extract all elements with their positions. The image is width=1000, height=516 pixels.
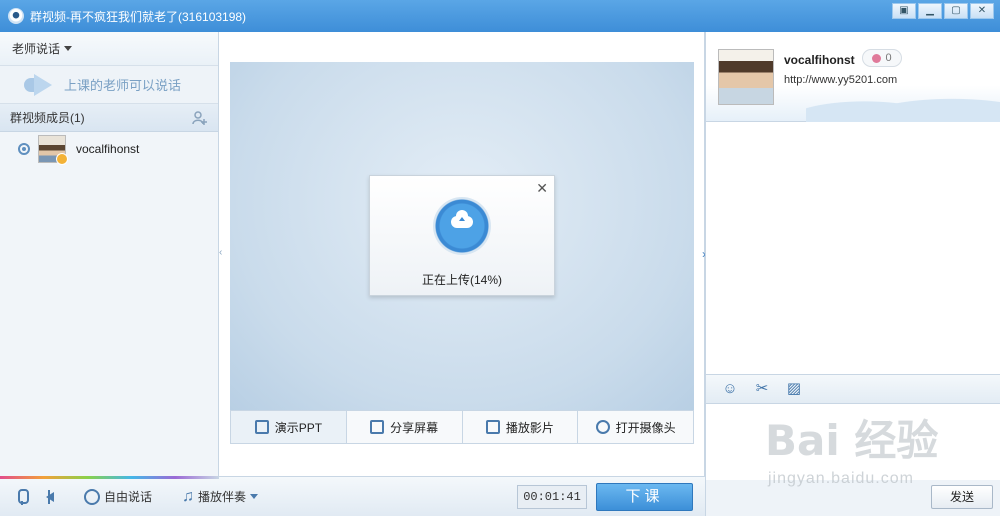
profile-url[interactable]: http://www.yy5201.com [784,74,897,86]
speaker-icon[interactable] [44,489,60,505]
free-speak-button[interactable]: 自由说话 [84,488,152,505]
speak-tip-text: 上课的老师可以说话 [64,78,182,93]
tab-share-screen[interactable]: 分享屏幕 [347,411,463,443]
left-panel: 老师说话 上课的老师可以说话 群视频成员(1) vocalfihonst [0,32,219,476]
video-stage-panel: ‹ › ✕ 正在上传(14%) 演示PPT 分享屏幕 播放影片 打开摄像头 [219,32,706,476]
window-title: 群视频-再不疯狂我们就老了(316103198) [30,9,247,24]
members-header-label: 群视频成员(1) [10,111,85,125]
class-timer: 00:01:41 [517,485,587,509]
play-accompaniment-dropdown[interactable]: ♫ 播放伴奏 [182,487,259,506]
megaphone-icon [24,74,54,96]
upload-status-text: 正在上传(14%) [421,273,502,287]
accompany-label: 播放伴奏 [198,490,247,504]
bottom-toolbar: 自由说话 ♫ 播放伴奏 00:01:41 下课 [0,476,705,516]
rose-counter[interactable]: 0 [862,49,902,67]
avatar [38,135,68,165]
tab-label: 分享屏幕 [390,420,439,435]
title-bar: 群视频-再不疯狂我们就老了(316103198) ▣ ▁ ▢ ✕ [0,0,1000,32]
profile-name: vocalfihonst [784,53,855,67]
eject-icon [485,420,500,434]
upload-progress-dialog: ✕ 正在上传(14%) [369,175,555,296]
member-list-item[interactable]: vocalfihonst [0,132,218,166]
minimize-button[interactable]: ▁ [918,3,942,19]
cloud-upload-icon [433,197,491,255]
tab-label: 打开摄像头 [615,420,676,435]
microphone-icon[interactable] [14,488,30,505]
rose-icon [872,53,882,63]
host-badge-icon [56,153,68,165]
tab-play-movie[interactable]: 播放影片 [463,411,579,443]
monitor-icon [370,420,385,434]
camera-icon [18,143,30,155]
baidu-watermark-url: jingyan.baidu.com [768,470,914,487]
chat-history [706,122,1000,374]
speak-tip: 上课的老师可以说话 [0,66,218,104]
free-speak-label: 自由说话 [104,490,153,504]
members-header: 群视频成员(1) [0,104,218,132]
window-controls: ▣ ▁ ▢ ✕ [892,3,994,19]
send-button[interactable]: 发送 [931,485,993,509]
add-member-icon[interactable] [192,110,208,126]
chevron-down-icon [250,494,259,499]
avatar[interactable] [718,49,774,105]
scissors-icon[interactable]: ✂ [754,381,770,397]
rose-count: 0 [885,52,892,64]
collapse-left-icon[interactable]: ‹ [219,247,222,258]
webcam-icon [595,420,610,434]
tab-label: 演示PPT [274,420,323,435]
tab-label: 播放影片 [505,420,554,435]
speak-mode-label: 老师说话 [12,42,61,56]
stage-tabs: 演示PPT 分享屏幕 播放影片 打开摄像头 [230,410,694,444]
app-logo-icon [8,8,24,24]
tab-present-ppt[interactable]: 演示PPT [231,411,347,443]
free-talk-icon [84,488,100,505]
emoji-icon[interactable]: ☺ [722,381,738,397]
close-icon[interactable]: ✕ [536,180,548,197]
maximize-button[interactable]: ▢ [944,3,968,19]
profile-card: vocalfihonst 0 http://www.yy5201.com [706,32,1000,122]
tab-open-camera[interactable]: 打开摄像头 [578,411,693,443]
baidu-watermark: Bai 经验 [765,416,939,465]
speak-mode-dropdown[interactable]: 老师说话 [0,32,218,66]
cloud-decoration [806,86,1000,122]
image-icon[interactable]: ▨ [786,381,802,397]
member-name: vocalfihonst [76,142,140,156]
presentation-stage: ✕ 正在上传(14%) [230,62,694,410]
menu-button[interactable]: ▣ [892,3,916,19]
chevron-down-icon [64,46,73,51]
end-class-button[interactable]: 下课 [596,483,693,511]
ppt-icon [254,420,269,434]
close-button[interactable]: ✕ [970,3,994,19]
chat-toolbar: ☺ ✂ ▨ [706,374,1000,404]
music-note-icon: ♫ [182,487,195,505]
